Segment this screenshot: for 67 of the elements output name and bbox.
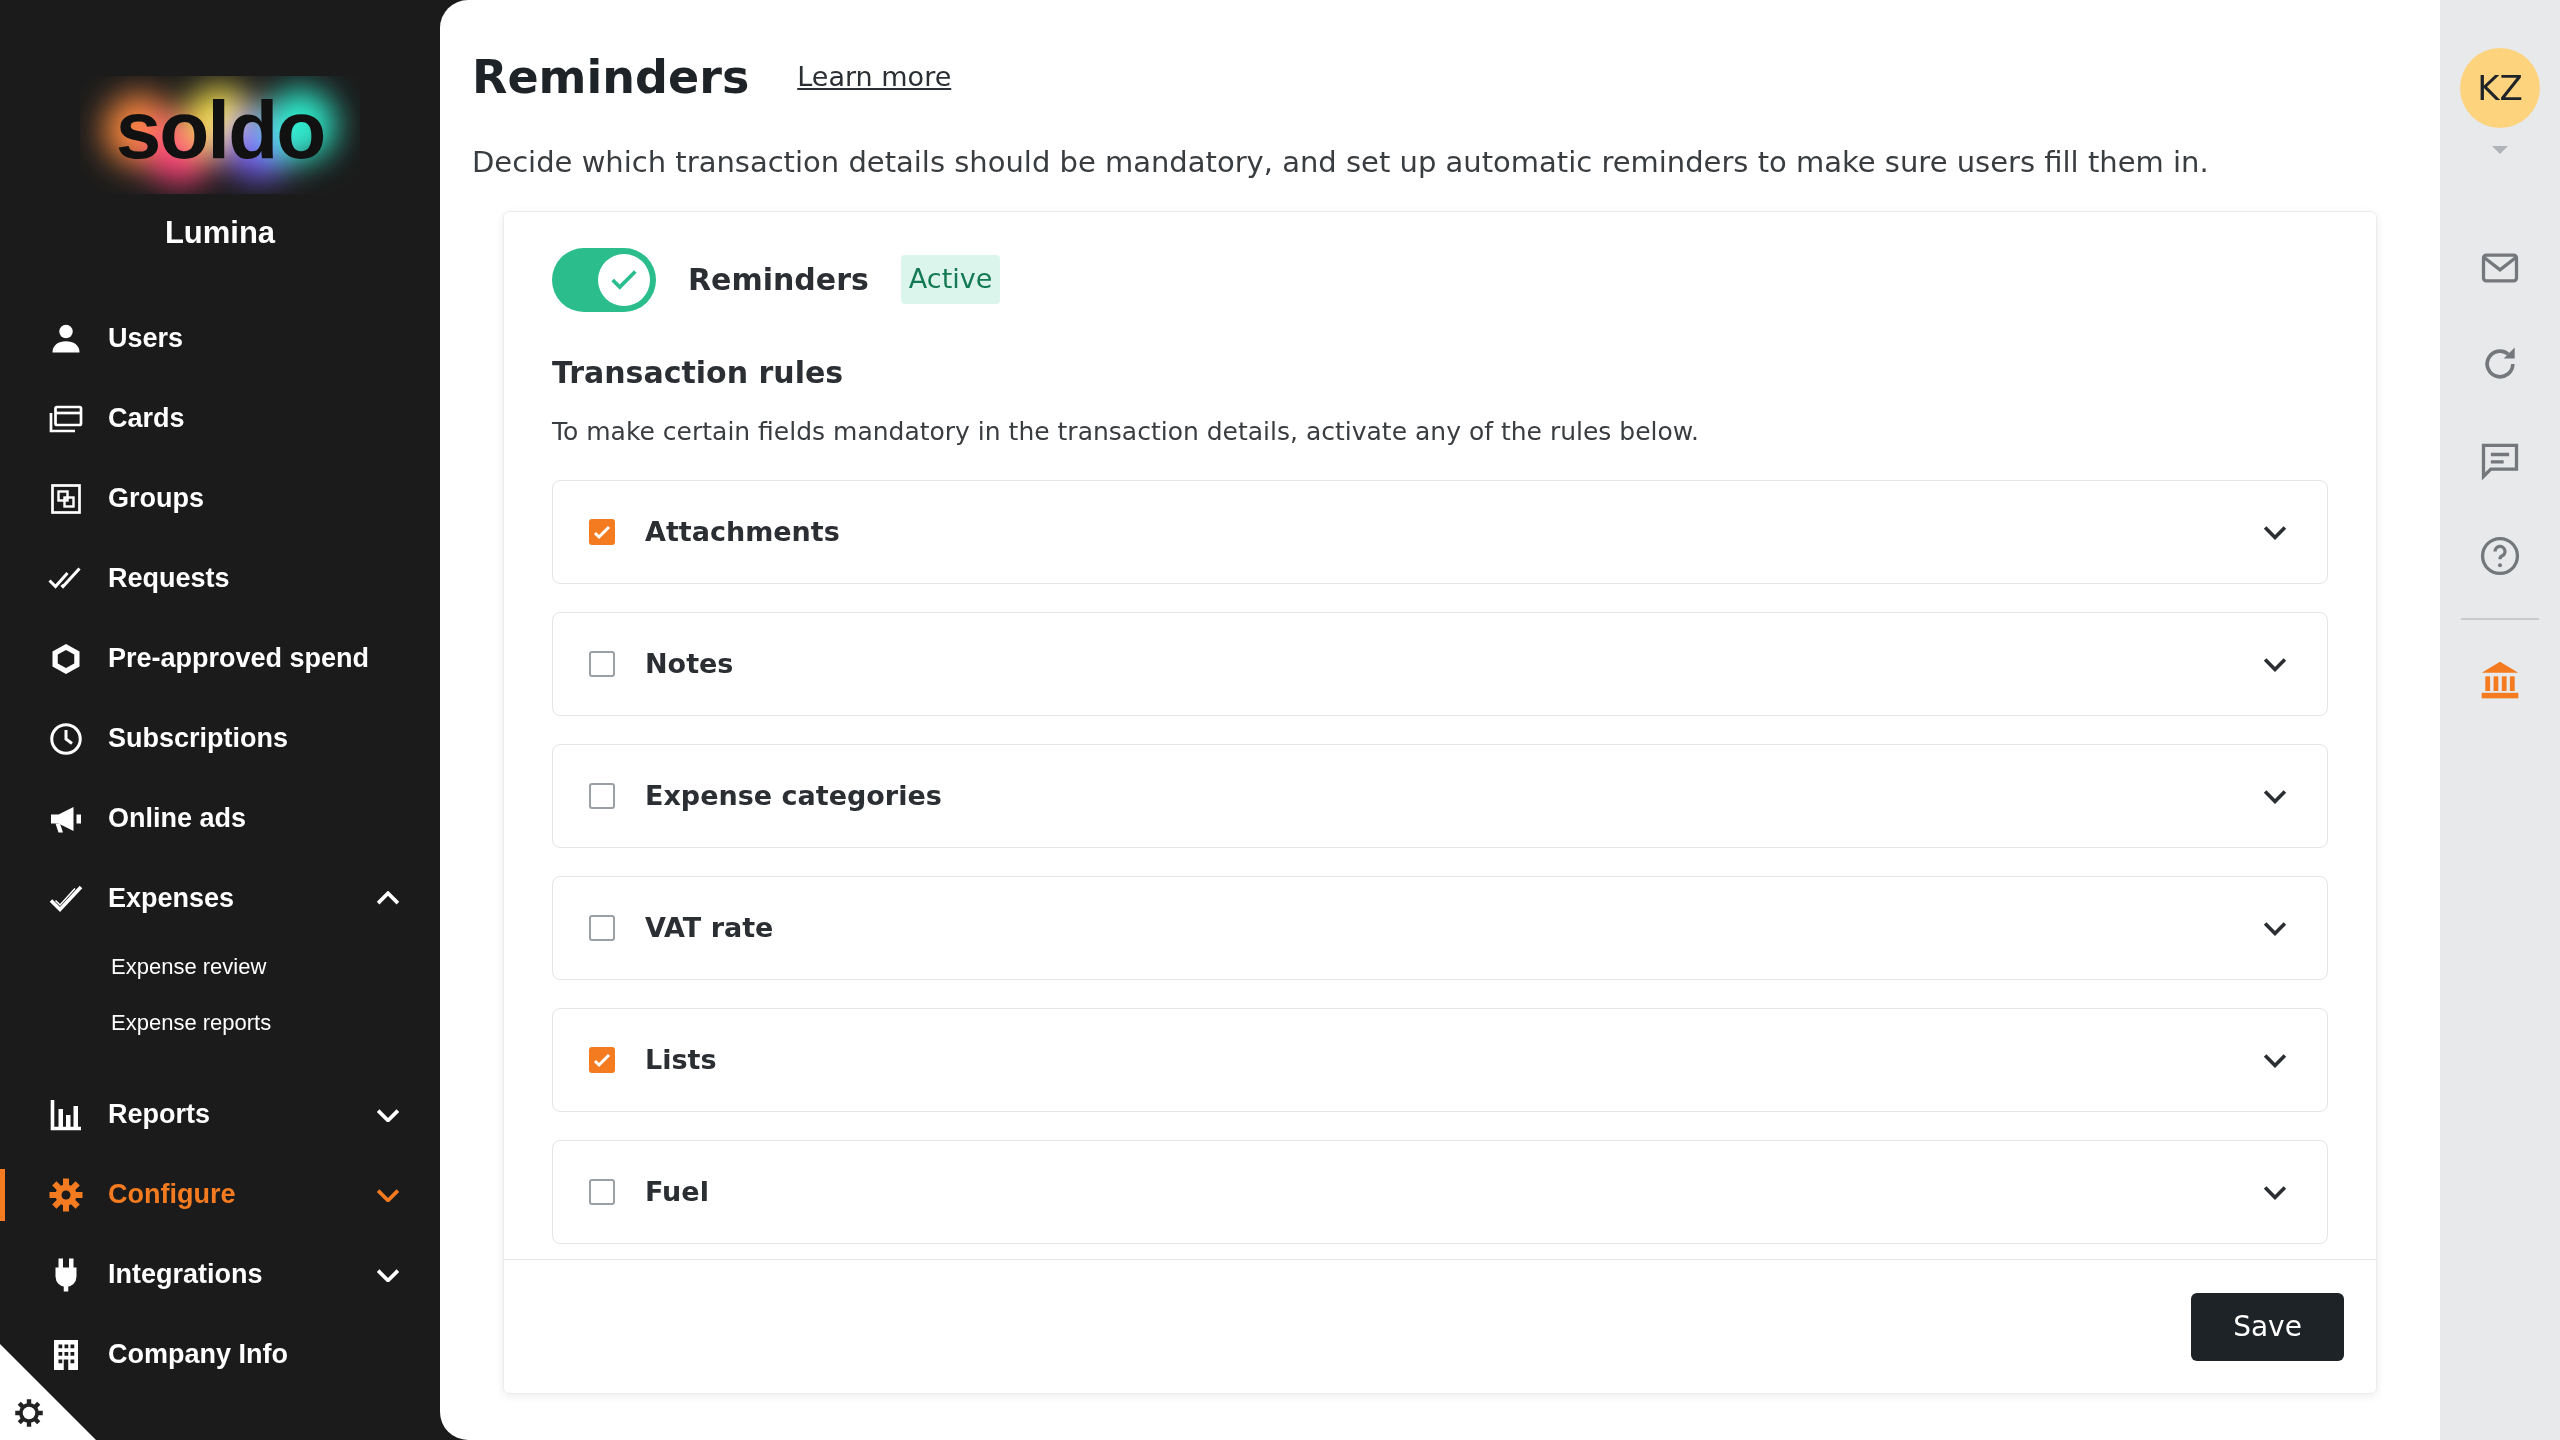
rule-row[interactable]: Fuel: [552, 1140, 2328, 1245]
page-title: Reminders: [472, 50, 750, 106]
nav-item[interactable]: Online ads: [0, 778, 440, 859]
nav-item[interactable]: Groups: [0, 458, 440, 539]
nav-label: Cards: [108, 402, 185, 436]
chevron-down-icon: [2263, 788, 2287, 804]
rule-label: Lists: [645, 1042, 717, 1077]
nav-item[interactable]: Reports: [0, 1074, 440, 1155]
nav-subitem[interactable]: Expense reports: [0, 994, 440, 1051]
rule-row[interactable]: Notes: [552, 612, 2328, 717]
nav-label: Pre-approved spend: [108, 642, 370, 676]
save-button[interactable]: Save: [2191, 1292, 2344, 1361]
rule-row[interactable]: Attachments: [552, 480, 2328, 585]
section-title: Transaction rules: [552, 353, 845, 392]
user-avatar[interactable]: KZ: [2460, 48, 2540, 128]
nav-item[interactable]: Integrations: [0, 1234, 440, 1315]
help-icon[interactable]: [2478, 534, 2522, 578]
dropdown-caret-icon: [2490, 144, 2510, 156]
check-icon: [593, 524, 611, 540]
toggle-label: Reminders: [688, 261, 869, 300]
rule-label: Attachments: [645, 514, 840, 549]
rule-label: VAT rate: [645, 910, 774, 945]
chevron-down-icon: [2263, 1052, 2287, 1068]
nav-label: Groups: [108, 482, 204, 516]
nav-subitem[interactable]: Expense review: [0, 938, 440, 995]
nav-label: Online ads: [108, 802, 247, 836]
nav-label: Reports: [108, 1098, 210, 1132]
nav-item[interactable]: Expenses: [0, 858, 440, 939]
checkbox[interactable]: [589, 651, 615, 678]
section-description: To make certain fields mandatory in the transaction details, activate any of the rules below.: [552, 415, 1700, 448]
rule-row[interactable]: Expense categories: [552, 744, 2328, 849]
nav-item[interactable]: Company Info: [0, 1314, 440, 1395]
nav-item[interactable]: Requests: [0, 538, 440, 619]
nav-item[interactable]: Subscriptions: [0, 698, 440, 779]
status-badge: Active: [900, 255, 1001, 304]
checkbox[interactable]: [589, 915, 615, 942]
chevron-down-icon: [2263, 524, 2287, 540]
rule-label: Expense categories: [645, 778, 942, 813]
nav-label: Company Info: [108, 1338, 288, 1372]
gear-icon: [48, 1176, 84, 1213]
learn-more-link[interactable]: Learn more: [797, 57, 952, 98]
chevron-down-icon: [2263, 656, 2287, 672]
page-description: Decide which transaction details should be mandatory, and set up automatic reminders to make sure users fill them in.: [472, 144, 2210, 182]
checkbox[interactable]: [589, 519, 615, 546]
settings-icon: [14, 1398, 44, 1428]
rule-row[interactable]: VAT rate: [552, 876, 2328, 981]
nav-item[interactable]: Pre-approved spend: [0, 618, 440, 699]
nav-label: Users: [108, 322, 184, 356]
nav-item[interactable]: Cards: [0, 378, 440, 459]
rule-label: Notes: [645, 646, 734, 681]
check-icon: [593, 1052, 611, 1068]
chevron-down-icon: [2263, 920, 2287, 936]
clock-icon: [48, 720, 84, 757]
company-name: Lumina: [163, 214, 277, 252]
nav-label: Requests: [108, 562, 230, 596]
checkbox[interactable]: [589, 783, 615, 810]
nav-label: Expenses: [108, 882, 235, 916]
nav-item[interactable]: Configure: [0, 1154, 440, 1235]
chevron-down-icon: [2263, 1184, 2287, 1200]
nav-label: Integrations: [108, 1258, 263, 1292]
nav-label: Subscriptions: [108, 722, 289, 756]
nav-item[interactable]: Users: [0, 298, 440, 379]
checkbox[interactable]: [589, 1047, 615, 1074]
rule-label: Fuel: [645, 1174, 709, 1209]
rule-row[interactable]: Lists: [552, 1008, 2328, 1113]
checkbox[interactable]: [589, 1179, 615, 1206]
nav-label: Configure: [108, 1178, 236, 1212]
